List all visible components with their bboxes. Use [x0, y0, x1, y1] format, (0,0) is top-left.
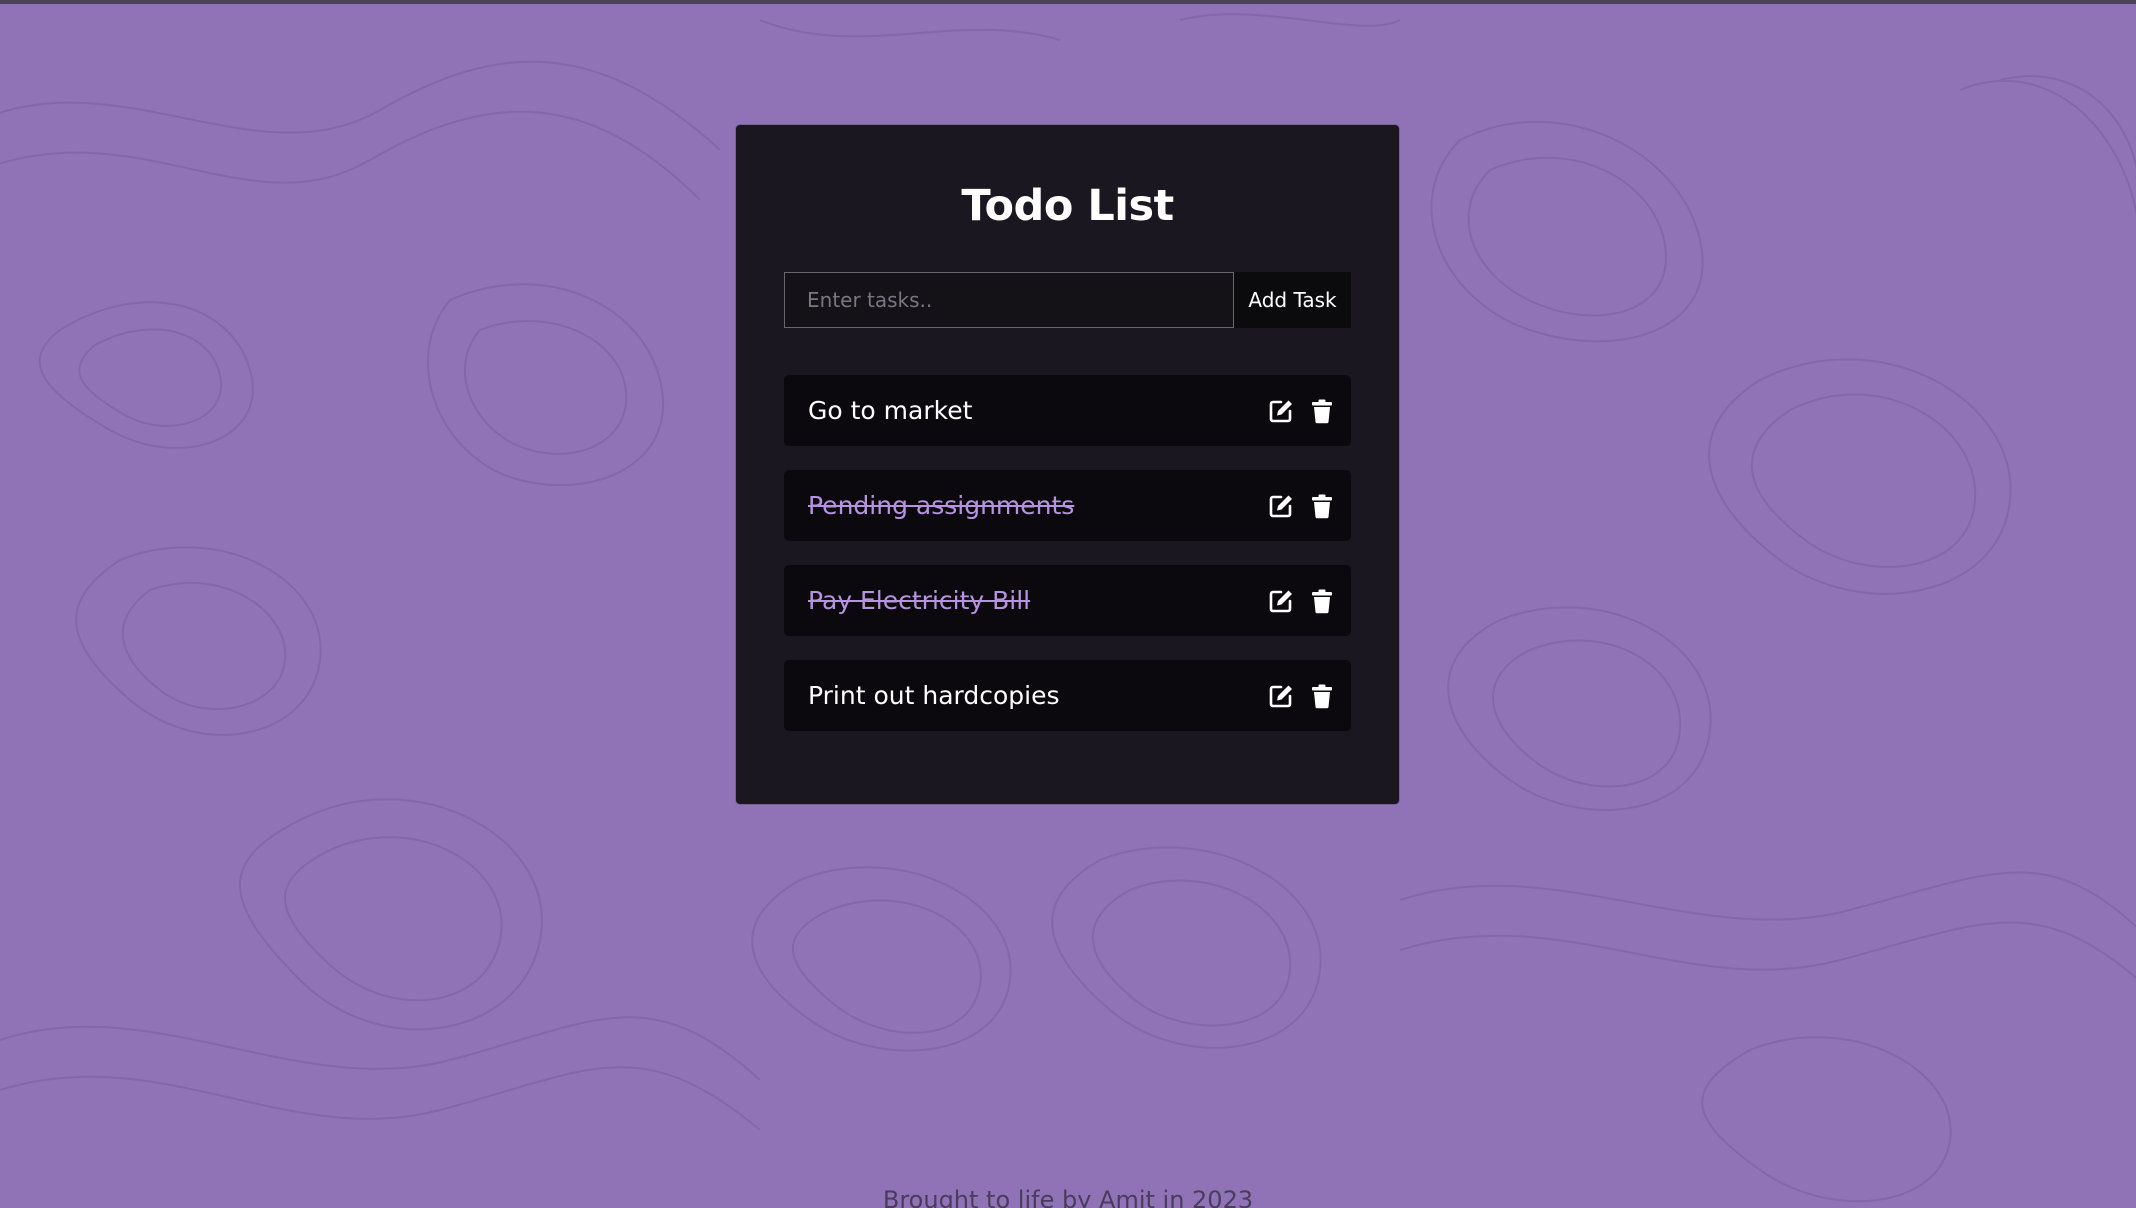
- task-input-row: Add Task: [784, 272, 1351, 328]
- task-input[interactable]: [784, 272, 1234, 328]
- task-item[interactable]: Pay Electricity Bill: [784, 565, 1351, 636]
- task-item[interactable]: Print out hardcopies: [784, 660, 1351, 731]
- footer-credit: Brought to life by Amit in 2023: [882, 1186, 1254, 1208]
- edit-icon[interactable]: [1267, 492, 1295, 520]
- task-list: Go to market Pending assignments Pay Ele…: [784, 375, 1351, 755]
- trash-icon[interactable]: [1308, 397, 1336, 425]
- page-title: Todo List: [961, 181, 1174, 231]
- task-item[interactable]: Go to market: [784, 375, 1351, 446]
- task-text[interactable]: Pay Electricity Bill: [808, 565, 1030, 636]
- task-text[interactable]: Pending assignments: [808, 470, 1074, 541]
- edit-icon[interactable]: [1267, 397, 1295, 425]
- todo-card: Todo List Add Task Go to market P: [736, 125, 1399, 804]
- trash-icon[interactable]: [1308, 587, 1336, 615]
- add-task-button[interactable]: Add Task: [1234, 272, 1351, 328]
- task-text[interactable]: Go to market: [808, 375, 972, 446]
- task-item[interactable]: Pending assignments: [784, 470, 1351, 541]
- task-text[interactable]: Print out hardcopies: [808, 660, 1059, 731]
- edit-icon[interactable]: [1267, 587, 1295, 615]
- trash-icon[interactable]: [1308, 682, 1336, 710]
- trash-icon[interactable]: [1308, 492, 1336, 520]
- edit-icon[interactable]: [1267, 682, 1295, 710]
